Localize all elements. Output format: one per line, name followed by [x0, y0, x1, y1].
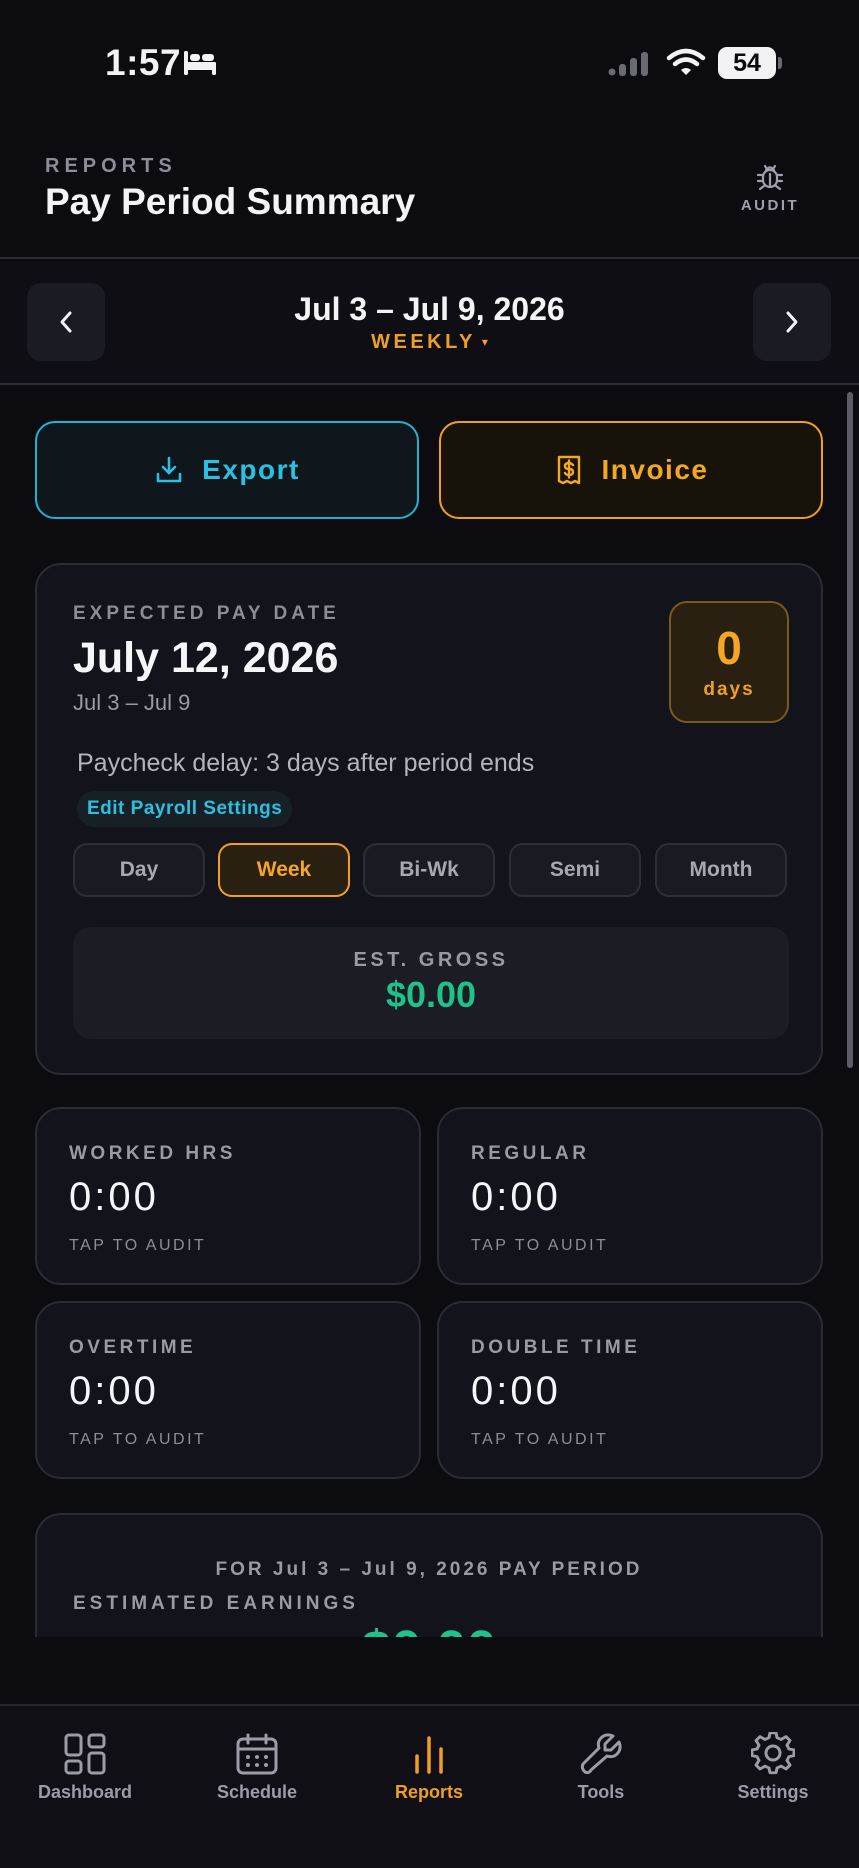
segment-bi-weekly[interactable]: Bi-Wk	[363, 843, 495, 897]
battery-indicator: 54	[718, 47, 776, 79]
tab-reports[interactable]: Reports	[354, 1732, 504, 1803]
tab-tools[interactable]: Tools	[526, 1732, 676, 1803]
edit-payroll-settings-link[interactable]: Edit Payroll Settings	[77, 791, 293, 827]
tab-dashboard[interactable]: Dashboard	[10, 1732, 160, 1803]
tab-label: Reports	[394, 1782, 463, 1802]
stat-label: REGULAR	[471, 1143, 590, 1164]
expected-pay-card: EXPECTED PAY DATE July 12, 2026 Jul 3 – …	[35, 563, 823, 1075]
audit-button[interactable]: AUDIT	[730, 161, 810, 223]
days-count: 0	[716, 622, 742, 674]
period-type-dropdown[interactable]: WEEKLY ▾	[0, 331, 859, 354]
invoice-button[interactable]: Invoice	[439, 421, 823, 519]
estimated-gross-box: EST. GROSS $0.00	[73, 927, 789, 1039]
gear-icon	[751, 1732, 795, 1775]
stat-hint: TAP TO AUDIT	[69, 1237, 207, 1254]
stat-double-time-hours[interactable]: DOUBLE TIME 0:00 TAP TO AUDIT	[437, 1301, 823, 1479]
tab-settings[interactable]: Settings	[698, 1732, 848, 1803]
download-icon	[156, 456, 182, 483]
bottom-tab-bar: Dashboard Schedule Reports Tools Setting…	[0, 1704, 859, 1868]
segment-day[interactable]: Day	[73, 843, 205, 897]
stat-hint: TAP TO AUDIT	[471, 1431, 609, 1448]
stat-worked-hours[interactable]: WORKED HRS 0:00 TAP TO AUDIT	[35, 1107, 421, 1285]
scrollbar[interactable]	[847, 392, 853, 1068]
stat-label: DOUBLE TIME	[471, 1337, 641, 1358]
stat-label: OVERTIME	[69, 1337, 197, 1358]
stat-value: 0:00	[471, 1175, 561, 1219]
stat-hint: TAP TO AUDIT	[69, 1431, 207, 1448]
period-selector: Jul 3 – Jul 9, 2026 WEEKLY ▾	[0, 261, 859, 385]
page-header: REPORTS Pay Period Summary AUDIT	[0, 125, 859, 259]
stat-label: WORKED HRS	[69, 1143, 236, 1164]
next-period-button[interactable]	[753, 283, 831, 361]
status-time: 1:57	[105, 42, 182, 83]
calendar-icon	[236, 1733, 278, 1775]
page-title: Pay Period Summary	[45, 181, 416, 222]
export-button[interactable]: Export	[35, 421, 419, 519]
segment-month[interactable]: Month	[655, 843, 787, 897]
status-bar: 1:57 54	[0, 0, 859, 125]
bed-icon	[182, 48, 218, 81]
audit-label: AUDIT	[740, 197, 800, 214]
gross-value: $0.00	[385, 974, 477, 1015]
pay-period-range: Jul 3 – Jul 9	[73, 690, 191, 715]
cellular-signal-icon	[608, 50, 654, 83]
tab-label: Settings	[737, 1782, 809, 1802]
export-label: Export	[202, 454, 300, 485]
days-until-pay-badge: 0 days	[669, 601, 789, 723]
earnings-label: ESTIMATED EARNINGS	[73, 1593, 359, 1614]
period-range: Jul 3 – Jul 9, 2026	[294, 291, 565, 327]
wrench-icon	[580, 1733, 622, 1775]
days-label: days	[703, 679, 755, 700]
report-content[interactable]: Export Invoice EXPECTED PAY DATE July 12…	[0, 387, 859, 1637]
stat-hint: TAP TO AUDIT	[471, 1237, 609, 1254]
stat-value: 0:00	[69, 1369, 159, 1413]
tab-label: Schedule	[216, 1782, 298, 1802]
grid-icon	[64, 1733, 106, 1775]
stat-value: 0:00	[471, 1369, 561, 1413]
section-eyebrow: REPORTS	[45, 155, 177, 177]
chevron-right-icon	[786, 311, 798, 333]
expected-pay-label: EXPECTED PAY DATE	[73, 603, 340, 624]
stat-regular-hours[interactable]: REGULAR 0:00 TAP TO AUDIT	[437, 1107, 823, 1285]
receipt-dollar-icon	[557, 455, 580, 485]
bar-chart-icon	[415, 1736, 443, 1774]
gross-label: EST. GROSS	[353, 949, 509, 971]
invoice-label: Invoice	[601, 454, 709, 485]
segment-semi-monthly[interactable]: Semi	[509, 843, 641, 897]
estimated-earnings-card: FOR Jul 3 – Jul 9, 2026 PAY PERIOD ESTIM…	[35, 1513, 823, 1637]
tab-label: Tools	[577, 1782, 625, 1802]
stat-value: 0:00	[69, 1175, 159, 1219]
tab-schedule[interactable]: Schedule	[182, 1732, 332, 1803]
earnings-period-text: FOR Jul 3 – Jul 9, 2026 PAY PERIOD	[215, 1559, 643, 1580]
earnings-value: $0.00	[37, 1619, 821, 1637]
tab-label: Dashboard	[37, 1782, 133, 1802]
battery-nub	[778, 57, 782, 69]
expected-pay-date: July 12, 2026	[73, 634, 339, 682]
caret-down-icon: ▾	[481, 335, 488, 349]
paycheck-delay-text: Paycheck delay: 3 days after period ends	[77, 749, 535, 777]
segment-week[interactable]: Week	[218, 843, 350, 897]
wifi-icon	[666, 47, 706, 82]
period-type-label: WEEKLY	[371, 331, 476, 353]
bug-icon	[756, 164, 784, 191]
stat-overtime-hours[interactable]: OVERTIME 0:00 TAP TO AUDIT	[35, 1301, 421, 1479]
